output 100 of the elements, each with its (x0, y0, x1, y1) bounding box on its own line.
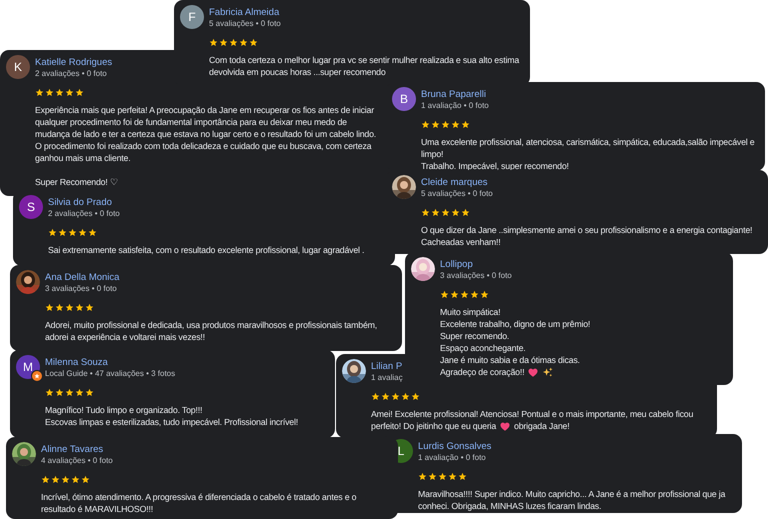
star-icon (88, 228, 97, 237)
reviewer-meta: 5 avaliações • 0 foto (209, 18, 281, 28)
reviewer-name[interactable]: Milenna Souza (45, 356, 176, 368)
review-text: Agradeço de coração!! (440, 367, 524, 377)
reviewer-meta: 1 avaliação • 0 foto (421, 100, 489, 110)
review-text: Muito simpática! (440, 307, 500, 317)
review-text: O procedimento foi realizado com toda delicadeza e cuidado que eu buscava, com certeza (35, 141, 372, 151)
review-text: O que dizer da Jane ..simplesmente amei o seu profissionalismo e a energia contagiante! (421, 225, 752, 235)
star-icon (460, 290, 469, 299)
star-icon (55, 303, 64, 312)
star-icon (450, 290, 459, 299)
star-icon (440, 290, 449, 299)
star-icon (461, 208, 470, 217)
review-text: adorei a experiência e voltarei mais vezes!! (45, 332, 205, 342)
star-icon (55, 88, 64, 97)
review-text: Adorei, muito profissional e dedicada, usa produtos maravilhosos e profissionais também, (45, 320, 378, 330)
star-icon (239, 38, 248, 47)
star-icon (45, 303, 54, 312)
reviewer-name[interactable]: Cleide marques (421, 176, 493, 188)
star-icon (448, 472, 457, 481)
reviewer-name[interactable]: Lurdis Gonsalves (418, 440, 492, 452)
star-icon (229, 38, 238, 47)
star-icon (371, 392, 380, 401)
review-text: Maravilhosa!!!! Super indico. Muito capricho... A Jane é a melhor profissional que ja (418, 489, 726, 499)
review-text: resultado é MARAVILHOSO!!! (41, 504, 153, 514)
review-text: Espaço aconchegante. (440, 343, 526, 353)
star-icon (441, 208, 450, 217)
review-text: qualquer procedimento foi de fundamental importância para eu deixar meu medo de (35, 117, 347, 127)
star-icon (411, 392, 420, 401)
review-text: Cacheadas venham!! (421, 237, 501, 247)
star-icon (451, 208, 460, 217)
star-icon (55, 388, 64, 397)
star-icon (61, 475, 70, 484)
avatar: K (6, 55, 30, 79)
heart-icon (500, 422, 510, 430)
reviewer-name[interactable]: Katielle Rodrigues (35, 56, 112, 68)
star-icon (51, 475, 60, 484)
reviewer-name[interactable]: Silvia do Prado (48, 196, 120, 208)
star-icon (65, 88, 74, 97)
reviewer-name[interactable]: Bruna Paparelli (421, 88, 489, 100)
star-icon (75, 388, 84, 397)
star-icon (71, 475, 80, 484)
reviewer-name[interactable]: Lollipop (440, 258, 512, 270)
star-icon (219, 38, 228, 47)
reviewer-name[interactable]: Ana Della Monica (45, 272, 120, 282)
star-icon (81, 475, 90, 484)
star-icon (75, 303, 84, 312)
review-text: perfeito! Do jeitinho que eu queria (371, 421, 496, 431)
review-text: Magnífico! Tudo limpo e organizado. Top!!! (45, 405, 202, 415)
review-text: devolvida em poucas horas ...super recomendo (209, 67, 386, 77)
review-text: Super recomendo. (440, 331, 510, 341)
star-icon (428, 472, 437, 481)
reviewer-meta: 3 avaliações • 0 foto (440, 270, 512, 280)
sparkle-icon (542, 366, 554, 378)
heart-icon (528, 368, 538, 376)
star-icon (451, 120, 460, 129)
review-text: Com toda certeza o melhor lugar pra vc se sentir mulher realizada e sua alto estima (209, 55, 520, 65)
reviewer-name[interactable]: Alinne Tavares (41, 444, 113, 454)
star-icon (249, 38, 258, 47)
reviewer-meta: 1 avaliaç (371, 372, 403, 382)
reviewer-meta: Local Guide • 47 avaliações • 3 fotos (45, 368, 176, 378)
star-icon (421, 120, 430, 129)
review-text: Experiência mais que perfeita! A preocupação da Jane em recuperar os fios antes de iniciar (35, 105, 374, 115)
reviewer-name[interactable]: Lilian P (371, 360, 403, 372)
star-icon (431, 120, 440, 129)
star-icon (65, 303, 74, 312)
review-text: Super Recomendo! ♡ (35, 177, 118, 187)
star-icon (68, 228, 77, 237)
avatar: F (180, 5, 204, 29)
reviewer-meta: 4 avaliações • 0 foto (41, 456, 113, 464)
star-icon (480, 290, 489, 299)
review-text: mudança de lado e ter a certeza que estava no lugar certo e o resultado foi um cabelo lindo. (35, 129, 376, 139)
review-text: ganhou mais uma cliente. (35, 153, 130, 163)
star-icon (461, 120, 470, 129)
star-icon (438, 472, 447, 481)
review-text: Excelente trabalho, digno de um prêmio! (440, 319, 590, 329)
star-icon (41, 475, 50, 484)
review-text: Jane é muito sabia e da ótimas dicas. (440, 355, 580, 365)
star-icon (75, 88, 84, 97)
star-icon (401, 392, 410, 401)
star-icon (45, 388, 54, 397)
reviewer-meta: 5 avaliações • 0 foto (421, 188, 493, 198)
review-text: Incrível, ótimo atendimento. A progressiva é diferenciada o cabelo é tratado antes e o (41, 492, 356, 502)
reviewer-meta: 1 avaliação • 0 foto (418, 452, 487, 462)
review-text: obrigada Jane! (514, 421, 570, 431)
review-text: Trabalho. Impecável, super recomendo! (421, 161, 569, 171)
star-icon (441, 120, 450, 129)
avatar: M (16, 355, 40, 379)
avatar: S (19, 195, 43, 219)
reviewer-meta: 2 avaliações • 0 foto (48, 208, 120, 218)
review-text: Escovas limpas e esterilizadas, tudo impecável. Profissional incrível! (45, 417, 298, 427)
star-icon (78, 228, 87, 237)
star-icon (85, 303, 94, 312)
star-icon (209, 38, 218, 47)
review-text: limpo! (421, 149, 444, 159)
reviewer-name[interactable]: Fabricia Almeida (209, 6, 281, 18)
star-icon (381, 392, 390, 401)
review-text: Sai extremamente satisfeita, com o resultado excelente profissional, lugar agradável . (48, 245, 364, 255)
review-text: Amei! Excelente profissional! Atenciosa! Pontual e o mais importante, meu cabelo ficou (371, 409, 694, 419)
star-icon (58, 228, 67, 237)
